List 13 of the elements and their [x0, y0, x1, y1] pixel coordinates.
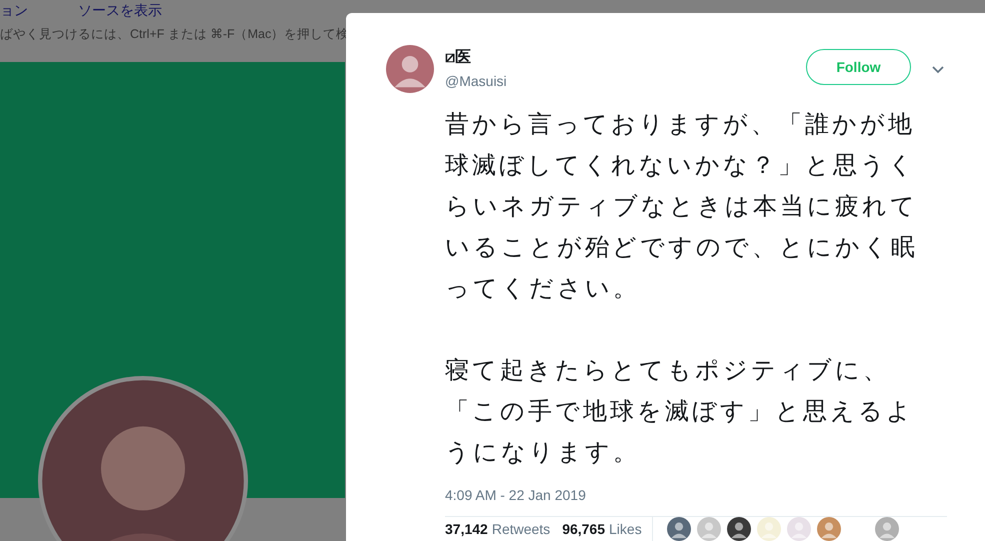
- page-link[interactable]: ソースを表示: [78, 2, 162, 20]
- liker-avatar[interactable]: [666, 517, 691, 541]
- user-avatar[interactable]: [386, 45, 434, 93]
- user-handle[interactable]: @Masuisi: [445, 73, 806, 89]
- tweet-timestamp: 4:09 AM - 22 Jan 2019: [445, 487, 587, 503]
- display-name[interactable]: ⧄医: [445, 47, 806, 68]
- follow-button[interactable]: Follow: [806, 49, 911, 85]
- tweet-text: 寝て起きたらとてもポジティブに、「この手で地球を滅ぼす」と思えるようになります。: [445, 356, 915, 468]
- stat-link[interactable]: 96,765 Likes: [562, 521, 642, 537]
- tweet-text: 昔から言っておりますが、「誰かが地球滅ぼしてくれないかな？」と思うくらいネガティブなときは本当に疲れていることが殆どですので、とにかく眠ってください。: [445, 110, 919, 304]
- page-link[interactable]: ョン: [0, 2, 28, 20]
- stat-link[interactable]: 37,142 Retweets: [445, 521, 550, 537]
- liker-avatar[interactable]: [726, 517, 751, 541]
